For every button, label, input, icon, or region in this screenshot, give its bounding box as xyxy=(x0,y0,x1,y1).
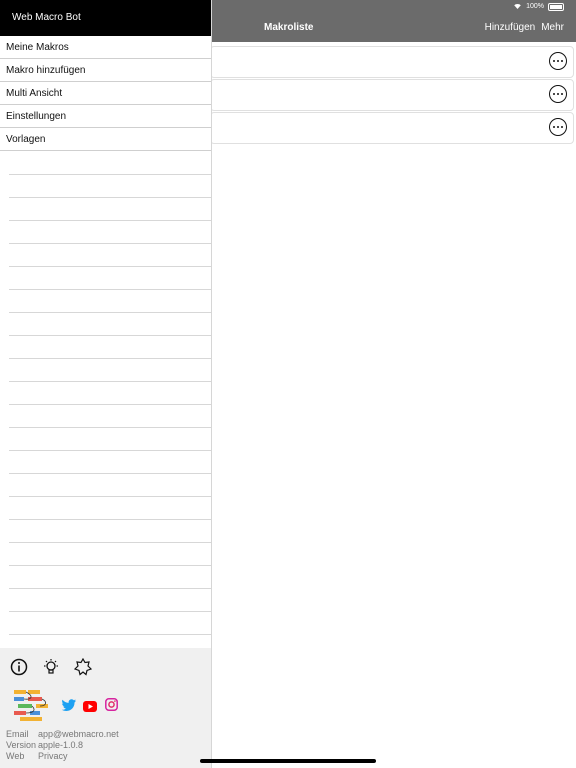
info-icon[interactable] xyxy=(10,658,28,676)
drawer-footer: Email app@webmacro.net Version apple-1.0… xyxy=(0,648,211,768)
lightbulb-icon[interactable] xyxy=(42,658,60,676)
page-title: Makroliste xyxy=(264,22,314,33)
macro-row[interactable] xyxy=(210,79,574,111)
menu-item-templates[interactable]: Vorlagen xyxy=(0,128,211,151)
menu-item-add-macro[interactable]: Makro hinzufügen xyxy=(0,59,211,82)
empty-list-lines xyxy=(9,152,211,642)
drawer-menu: Meine Makros Makro hinzufügen Multi Ansi… xyxy=(0,36,211,151)
home-indicator xyxy=(200,759,376,763)
drawer-header: Web Macro Bot xyxy=(0,0,211,36)
more-button[interactable]: Mehr xyxy=(541,22,564,33)
menu-item-my-macros[interactable]: Meine Makros xyxy=(0,36,211,59)
wifi-icon xyxy=(513,2,522,11)
macro-row[interactable] xyxy=(210,46,574,78)
instagram-icon[interactable] xyxy=(105,698,118,711)
email-link[interactable]: app@webmacro.net xyxy=(38,729,119,740)
twitter-icon[interactable] xyxy=(61,698,76,711)
badge-icon[interactable] xyxy=(73,657,93,676)
menu-item-multi-view[interactable]: Multi Ansicht xyxy=(0,82,211,105)
more-options-icon[interactable] xyxy=(549,85,567,103)
more-options-icon[interactable] xyxy=(549,118,567,136)
add-button[interactable]: Hinzufügen xyxy=(485,22,536,33)
version-value: apple-1.0.8 xyxy=(38,740,84,750)
more-options-icon[interactable] xyxy=(549,52,567,70)
side-drawer: Web Macro Bot Meine Makros Makro hinzufü… xyxy=(0,0,212,768)
menu-item-settings[interactable]: Einstellungen xyxy=(0,105,211,128)
privacy-link[interactable]: Privacy xyxy=(38,751,68,762)
app-logo xyxy=(12,688,52,722)
youtube-icon[interactable] xyxy=(83,699,97,712)
battery-icon xyxy=(548,2,564,11)
version-label: Version xyxy=(6,740,37,750)
app-title: Web Macro Bot xyxy=(12,12,81,23)
battery-percent: 100% xyxy=(526,3,544,10)
web-label: Web xyxy=(6,751,25,761)
app-info: Email app@webmacro.net Version apple-1.0… xyxy=(6,729,119,762)
email-label: Email xyxy=(6,729,29,739)
macro-row[interactable] xyxy=(210,112,574,144)
